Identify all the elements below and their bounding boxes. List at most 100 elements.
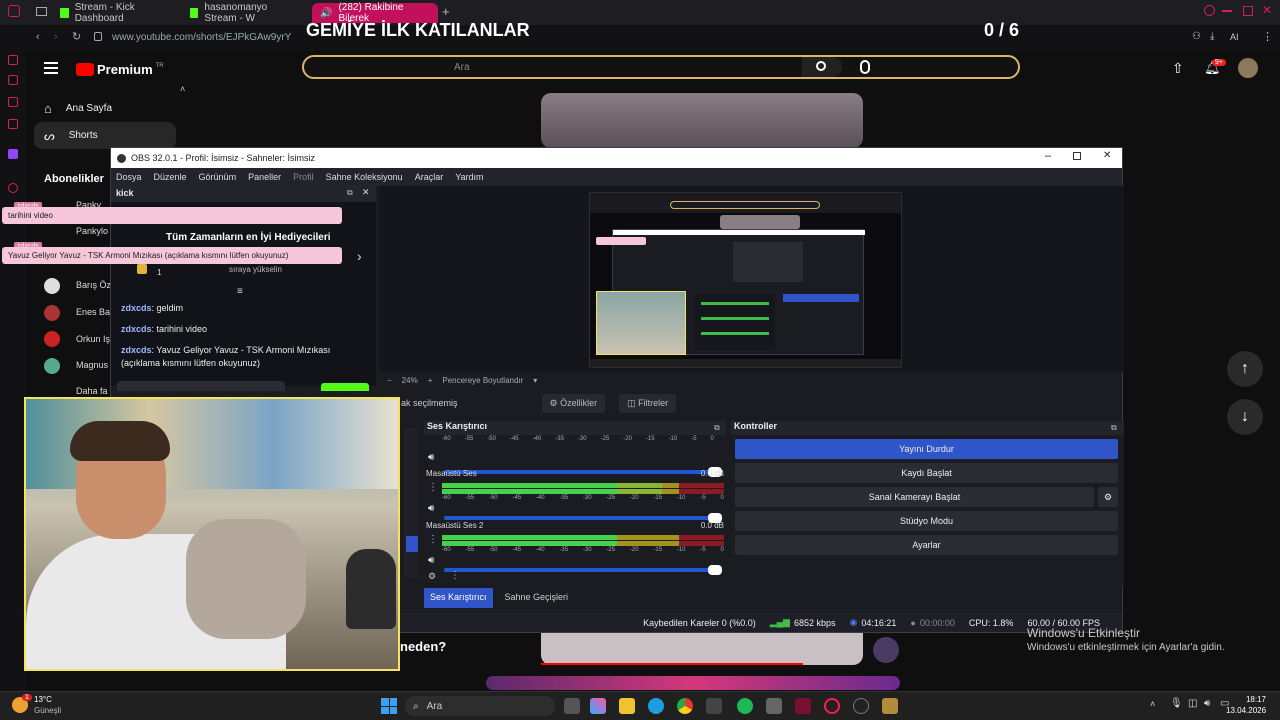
tab-kick-dashboard[interactable]: Stream - Kick Dashboard <box>52 2 180 24</box>
channel-avatar[interactable] <box>873 637 899 663</box>
menu-profile[interactable]: Profil <box>293 172 314 182</box>
obs-preview[interactable] <box>379 186 1124 372</box>
shorts-video[interactable] <box>541 93 863 148</box>
app-icon[interactable] <box>706 698 722 714</box>
taskbar-search[interactable]: ⌕ Ara <box>405 696 555 716</box>
chrome-icon[interactable] <box>677 698 693 714</box>
menu-view[interactable]: Görünüm <box>199 172 237 182</box>
start-icon[interactable] <box>381 698 397 714</box>
undock-icon[interactable]: ⧉ <box>347 188 353 198</box>
chevron-up-icon[interactable]: ˄ <box>180 84 185 94</box>
subscription-item[interactable]: Orkun Iş <box>76 334 110 344</box>
volume-slider[interactable] <box>444 513 722 523</box>
speaker-icon[interactable]: 🔊︎ <box>428 555 434 566</box>
clock-date[interactable]: 13.04.2026 <box>1226 706 1266 715</box>
app-icon[interactable] <box>766 698 782 714</box>
stop-streaming-button[interactable]: Yayını Durdur <box>735 439 1118 459</box>
obs-icon[interactable] <box>853 698 869 714</box>
tab-overview-icon[interactable] <box>36 7 47 16</box>
channel-menu-icon[interactable]: ⋮ <box>428 534 438 545</box>
chevron-down-icon[interactable]: ▾ <box>533 376 537 385</box>
back-icon[interactable]: ‹ <box>36 31 40 43</box>
close-icon[interactable]: ✕ <box>362 187 370 198</box>
studio-mode-button[interactable]: Stüdyo Modu <box>735 511 1118 531</box>
properties-button[interactable]: ⚙ Özellikler <box>541 393 606 413</box>
tab-scene-transitions[interactable]: Sahne Geçişleri <box>499 588 575 608</box>
mic-icon[interactable] <box>860 60 870 74</box>
new-tab-button[interactable]: + <box>442 4 450 19</box>
channel-menu-icon[interactable]: ⋮ <box>428 482 438 493</box>
menu-edit[interactable]: Düzenle <box>154 172 187 182</box>
clock-time[interactable]: 18:17 <box>1238 695 1266 704</box>
reload-icon[interactable]: ↻ <box>72 30 81 43</box>
opera-icon[interactable] <box>824 698 840 714</box>
menu-docks[interactable]: Paneller <box>248 172 281 182</box>
menu-dots-icon[interactable]: ⋮ <box>1262 30 1273 43</box>
opera-menu-icon[interactable] <box>8 5 20 17</box>
minimize-icon[interactable]: – <box>1045 150 1051 162</box>
copilot-icon[interactable] <box>590 698 606 714</box>
volume-slider[interactable] <box>444 565 722 575</box>
search-tabs-icon[interactable] <box>1204 5 1215 16</box>
sidebar-app-icon[interactable] <box>8 183 18 193</box>
nav-item-shorts[interactable]: ᔕ Shorts <box>34 122 176 149</box>
app-icon[interactable] <box>795 698 811 714</box>
nav-item-home[interactable]: ⌂ Ana Sayfa <box>26 95 176 122</box>
upload-icon[interactable]: ⇧ <box>1172 60 1184 77</box>
ai-button[interactable]: AI <box>1230 32 1239 42</box>
spotify-icon[interactable] <box>737 698 753 714</box>
mic-icon[interactable]: 🎙︎ <box>1170 698 1183 709</box>
search-input[interactable]: Ara <box>454 62 470 73</box>
profile-icon[interactable]: ⚇ <box>1192 31 1201 42</box>
chevron-up-icon[interactable]: ˄ <box>1150 699 1155 709</box>
menu-scene-collection[interactable]: Sahne Koleksiyonu <box>326 172 403 182</box>
chat-input[interactable] <box>117 381 285 391</box>
subscription-item[interactable]: Magnus <box>76 360 108 370</box>
sidebar-app-icon[interactable] <box>8 119 18 129</box>
subscription-item[interactable]: Daha fa <box>76 386 108 396</box>
search-input[interactable]: Ara <box>427 701 443 712</box>
close-icon[interactable]: ✕ <box>1262 3 1272 17</box>
sidebar-app-icon[interactable] <box>8 97 18 107</box>
network-icon[interactable]: ◫ <box>1188 698 1197 709</box>
collapse-icon[interactable]: ≡ <box>237 286 243 297</box>
search-box[interactable]: Ara <box>302 55 1020 79</box>
twitch-icon[interactable] <box>8 149 18 159</box>
menu-help[interactable]: Yardım <box>455 172 483 182</box>
subscription-item[interactable]: Barış Öz <box>76 280 111 290</box>
sidebar-app-icon[interactable] <box>8 75 18 85</box>
forward-icon[interactable]: › <box>54 31 58 43</box>
chat-send-button[interactable] <box>321 383 369 391</box>
edge-icon[interactable] <box>648 698 664 714</box>
mixer-menu-icon[interactable]: ⋮ <box>450 570 460 581</box>
url-field[interactable]: www.youtube.com/shorts/EJPkGAw9yrY <box>112 32 291 43</box>
zoom-out-button[interactable]: − <box>387 376 392 385</box>
previous-short-button[interactable]: ↑ <box>1227 351 1263 387</box>
next-short-preview[interactable] <box>486 676 900 690</box>
speaker-icon[interactable]: 🔊︎ <box>428 503 434 514</box>
chat-username[interactable]: zdxcds <box>121 324 152 334</box>
fit-to-window-button[interactable]: Pencereye Boyutlandır <box>442 376 523 385</box>
app-icon[interactable] <box>882 698 898 714</box>
file-explorer-icon[interactable] <box>619 698 635 714</box>
chat-username[interactable]: zdxcds <box>121 345 152 355</box>
hamburger-menu-icon[interactable] <box>44 62 58 74</box>
task-view-icon[interactable] <box>564 698 580 714</box>
next-short-thumbnail[interactable] <box>541 633 863 665</box>
chat-username[interactable]: zdxcds <box>121 303 152 313</box>
undock-icon[interactable]: ⧉ <box>714 423 720 433</box>
next-short-button[interactable]: ↓ <box>1227 399 1263 435</box>
scene-item-selected[interactable] <box>406 536 418 552</box>
menu-file[interactable]: Dosya <box>116 172 142 182</box>
undock-icon[interactable]: ⧉ <box>1111 423 1117 433</box>
advanced-audio-gear-icon[interactable]: ⚙ <box>428 571 436 582</box>
download-icon[interactable]: ⤓ <box>1210 31 1214 42</box>
subscription-item[interactable]: Enes Ba <box>76 307 110 317</box>
tab-audio-mixer[interactable]: Ses Karıştırıcı <box>424 588 493 608</box>
youtube-logo[interactable]: Premium TR <box>76 62 164 77</box>
settings-button[interactable]: Ayarlar <box>735 535 1118 555</box>
chevron-right-icon[interactable]: › <box>357 248 362 264</box>
volume-icon[interactable]: 🔊︎ <box>1204 698 1210 709</box>
maximize-icon[interactable] <box>1243 6 1253 16</box>
avatar[interactable] <box>1238 58 1258 78</box>
